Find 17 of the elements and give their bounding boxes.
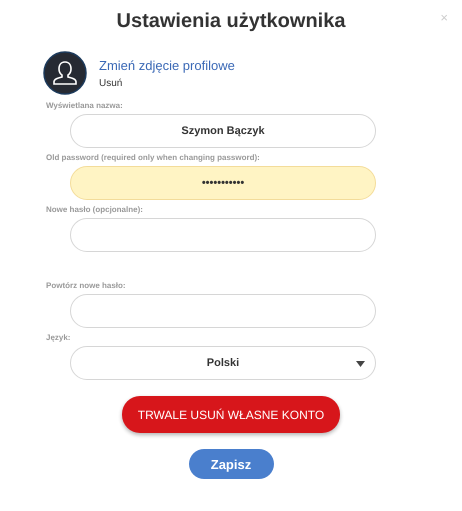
field-label: Nowe hasło (opcjonalne): (46, 205, 144, 214)
dialog-title: Ustawienia użytkownika (116, 9, 346, 33)
caret-icon (356, 361, 365, 367)
input-field[interactable] (70, 218, 376, 252)
language-select[interactable]: Polski (70, 346, 376, 380)
save-button[interactable]: Zapisz (188, 449, 274, 479)
change-photo-link[interactable]: Zmień zdjęcie profilowe (99, 58, 235, 72)
field-label: Powtórz nowe hasło: (46, 281, 127, 290)
field-label: Język: (46, 333, 72, 342)
input-field[interactable] (70, 294, 376, 328)
avatar-icon (43, 51, 87, 95)
input-field[interactable]: ••••••••••• (70, 166, 376, 200)
field-label: Old password (required only when changing password): (46, 153, 261, 162)
remove-photo-link[interactable]: Usuń (99, 78, 235, 88)
input-field[interactable]: Szymon Bączyk (70, 114, 376, 148)
delete-account-button[interactable]: TRWALE USUŃ WŁASNE KONTO (122, 396, 340, 433)
field-label: Wyświetlana nazwa: (46, 101, 124, 110)
